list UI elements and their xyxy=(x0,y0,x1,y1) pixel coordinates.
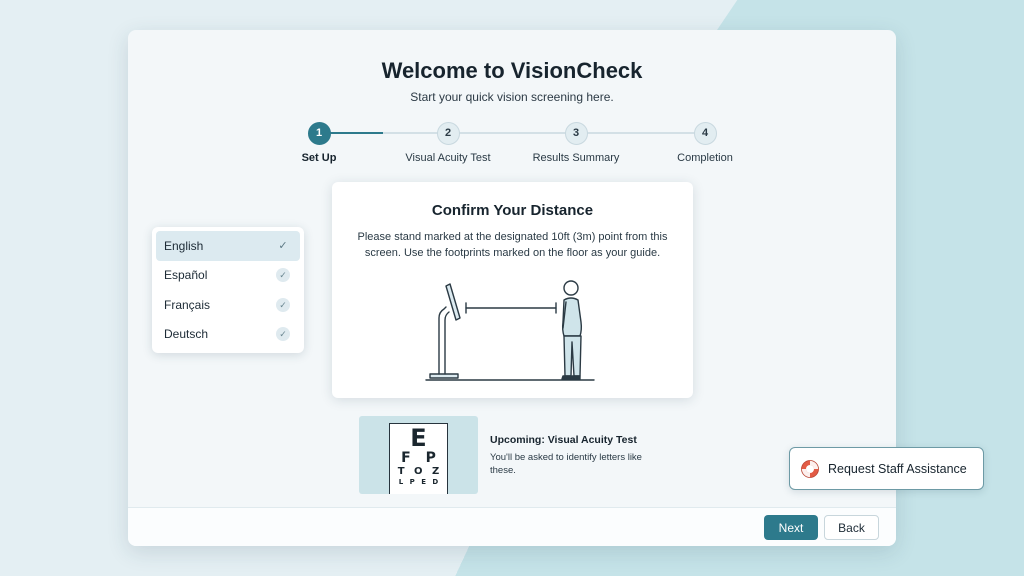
page-subtitle: Start your quick vision screening here. xyxy=(410,90,614,104)
language-option-espanol[interactable]: Español ✓ xyxy=(156,261,300,291)
distance-card-text: Please stand marked at the designated 10… xyxy=(357,231,668,259)
step-number: 4 xyxy=(693,122,717,145)
step-results-summary[interactable]: 3 Results Summary xyxy=(526,122,626,164)
language-label: Français xyxy=(164,297,211,312)
distance-card-title: Confirm Your Distance xyxy=(431,202,594,219)
step-number: 1 xyxy=(307,122,331,145)
step-label: Visual Acuity Test xyxy=(405,152,491,164)
check-icon: ✓ xyxy=(276,268,290,283)
language-option-deutsch[interactable]: Deutsch ✓ xyxy=(156,320,300,350)
step-visual-acuity-test[interactable]: 2 Visual Acuity Test xyxy=(398,122,498,164)
language-selector: English ✓ Español ✓ Français ✓ Deutsch ✓ xyxy=(152,227,304,353)
check-icon: ✓ xyxy=(276,327,290,342)
upcoming-description: You'll be asked to identify letters like… xyxy=(490,452,642,476)
step-completion[interactable]: 4 Completion xyxy=(655,122,755,164)
eye-chart-preview: E F P T O Z L P E D xyxy=(359,416,478,494)
eye-chart-row: T O Z xyxy=(397,466,443,477)
upcoming-title: Upcoming: Visual Acuity Test xyxy=(490,434,637,446)
eye-chart-row: E xyxy=(410,424,427,452)
language-label: Deutsch xyxy=(164,327,209,342)
footer-bar: Next Back xyxy=(128,507,896,546)
step-number: 2 xyxy=(436,122,460,145)
request-staff-assistance-button[interactable]: Request Staff Assistance xyxy=(789,447,984,490)
assistance-label: Request Staff Assistance xyxy=(828,461,967,476)
page-title: Welcome to VisionCheck xyxy=(381,58,643,83)
lifebuoy-icon xyxy=(801,459,819,478)
step-set-up[interactable]: 1 Set Up xyxy=(269,122,369,164)
eye-chart-row: F P xyxy=(401,450,441,466)
step-label: Results Summary xyxy=(532,152,620,164)
back-button[interactable]: Back xyxy=(824,515,879,540)
step-label: Completion xyxy=(677,152,733,164)
step-number: 3 xyxy=(564,122,588,145)
language-label: Español xyxy=(164,268,208,283)
distance-card: Confirm Your Distance Please stand marke… xyxy=(332,182,693,398)
language-option-english[interactable]: English ✓ xyxy=(156,231,300,261)
check-icon: ✓ xyxy=(276,297,290,312)
language-label: English xyxy=(164,238,204,253)
language-option-francais[interactable]: Français ✓ xyxy=(156,290,300,320)
person-at-distance-icon xyxy=(425,280,595,381)
check-icon: ✓ xyxy=(278,239,288,252)
eye-chart: E F P T O Z L P E D xyxy=(389,423,448,494)
next-button[interactable]: Next xyxy=(764,515,818,540)
step-label: Set Up xyxy=(301,152,337,164)
eye-chart-row: L P E D xyxy=(398,478,441,486)
